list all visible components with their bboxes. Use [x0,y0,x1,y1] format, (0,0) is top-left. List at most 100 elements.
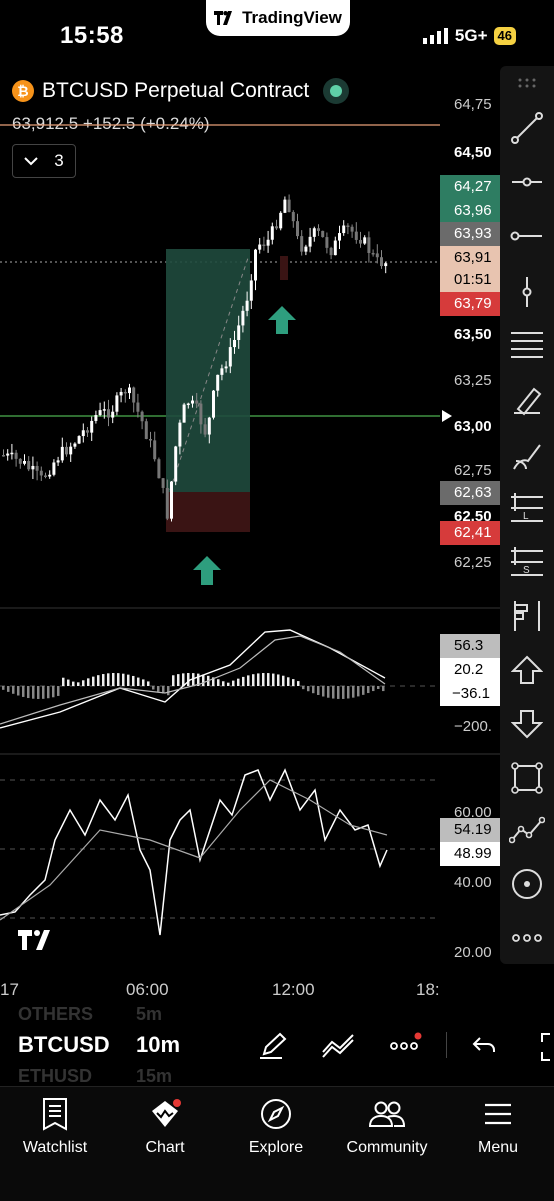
macd-histogram-bar [42,686,45,699]
indicators-button[interactable] [320,1030,356,1064]
macd-histogram-bar [372,686,375,692]
price-tag-entry: 62,63 [440,481,500,505]
picker-current-symbol[interactable]: BTCUSD [18,1032,110,1058]
macd-histogram-bar [27,686,30,699]
macd-histogram-bar [47,686,50,699]
macd-histogram-bar [82,680,85,686]
candle-body [119,391,123,396]
candle-body [241,310,245,326]
macd-histogram-bar [347,686,350,699]
short-position-icon[interactable]: S [507,542,547,582]
candle-body [123,391,127,394]
long-stop-zone [166,492,250,532]
nav-label: Explore [248,1139,304,1156]
macd-histogram-bar [22,686,25,697]
more-icon[interactable] [507,918,547,958]
candle-body [321,230,325,238]
candle-body [174,446,178,482]
candle-body [111,411,115,418]
nav-chart[interactable]: Chart [110,1095,220,1157]
candle-body [359,239,362,244]
macd-histogram-bar [52,686,55,698]
fullscreen-button[interactable] [536,1030,554,1064]
candle-body [195,400,199,404]
circle-icon[interactable] [507,864,547,904]
candle-body [81,430,85,437]
more-options-button[interactable] [388,1030,424,1064]
candle-body [342,225,346,234]
macd-histogram-bar [312,686,315,694]
buy-arrow-mark-2 [268,306,296,334]
macd-histogram-bar [17,686,20,696]
picker-next-timeframe[interactable]: 15m [136,1066,172,1087]
symbol-timeframe-picker[interactable]: OTHERS BTCUSD ETHUSD 5m 10m 15m [0,1004,250,1086]
candle-body [60,446,64,461]
candle-body [90,420,94,433]
macd-histogram-bar [332,686,335,699]
candle-body [39,470,43,476]
trend-line-icon[interactable] [507,108,547,148]
nav-menu[interactable]: Menu [443,1095,553,1157]
svg-text:L: L [523,511,529,522]
nav-label: Community [346,1139,428,1156]
nav-community[interactable]: Community [332,1095,442,1157]
toolbar-drag-handle[interactable] [507,68,547,98]
macd-histogram-bar [322,686,325,697]
long-position-icon[interactable]: L [507,488,547,528]
pen-icon [260,1032,287,1059]
macd-histogram-bar [362,686,365,695]
macd-histogram-bar [307,686,310,692]
arrow-up-icon[interactable] [507,650,547,690]
price-tick: 63,00 [454,418,492,435]
macd-histogram-bar [7,686,10,692]
nav-watchlist[interactable]: Watchlist [0,1095,110,1157]
candle-body [350,226,354,232]
brush-icon[interactable] [507,380,547,420]
arrow-down-icon[interactable] [507,704,547,744]
path-icon[interactable] [507,810,547,850]
level-marker [442,410,452,422]
drawing-tools-button[interactable] [254,1030,288,1064]
candle-body [23,460,26,464]
rsi-tick: 40.00 [454,874,492,891]
rectangle-icon[interactable] [507,758,547,798]
picker-prev-symbol[interactable]: OTHERS [18,1004,93,1025]
candle-body [178,422,182,447]
horizontal-ray-icon[interactable] [507,162,547,202]
horizontal-line-icon[interactable] [507,216,547,256]
candle-body [329,247,333,256]
candle-body [346,225,350,228]
candle-body [136,402,140,412]
bar-pattern-icon[interactable] [507,596,547,636]
candle-body [224,366,228,369]
candle-body [338,233,341,241]
macd-histogram-bar [12,686,15,694]
macd-histogram-bar [342,686,345,699]
undo-icon [472,1037,495,1052]
picker-next-symbol[interactable]: ETHUSD [18,1066,92,1087]
macd-histogram-bar [157,686,160,692]
candle-body [14,452,18,459]
candle-body [304,246,308,252]
picker-current-timeframe[interactable]: 10m [136,1032,180,1058]
parallel-channel-icon[interactable] [507,324,547,364]
candle-body [31,465,35,470]
candle-body [233,339,236,348]
candle-body [128,387,131,394]
macd-histogram-bar [2,686,5,690]
macd-histogram-bar [267,673,270,686]
macd-histogram-bar [32,686,35,699]
price-tick: 62,75 [454,462,492,479]
price-tick: 63,50 [454,326,492,343]
vertical-line-icon[interactable] [507,272,547,312]
macd-histogram-bar [247,675,250,686]
undo-button[interactable] [470,1030,504,1064]
candle-body [203,424,207,435]
candle-body [186,403,190,406]
nav-explore[interactable]: Explore [221,1095,331,1157]
candle-body [10,452,14,455]
highlighter-icon[interactable] [507,436,547,476]
candle-body [371,252,375,255]
toolbar-divider [446,1032,447,1058]
picker-prev-timeframe[interactable]: 5m [136,1004,162,1025]
